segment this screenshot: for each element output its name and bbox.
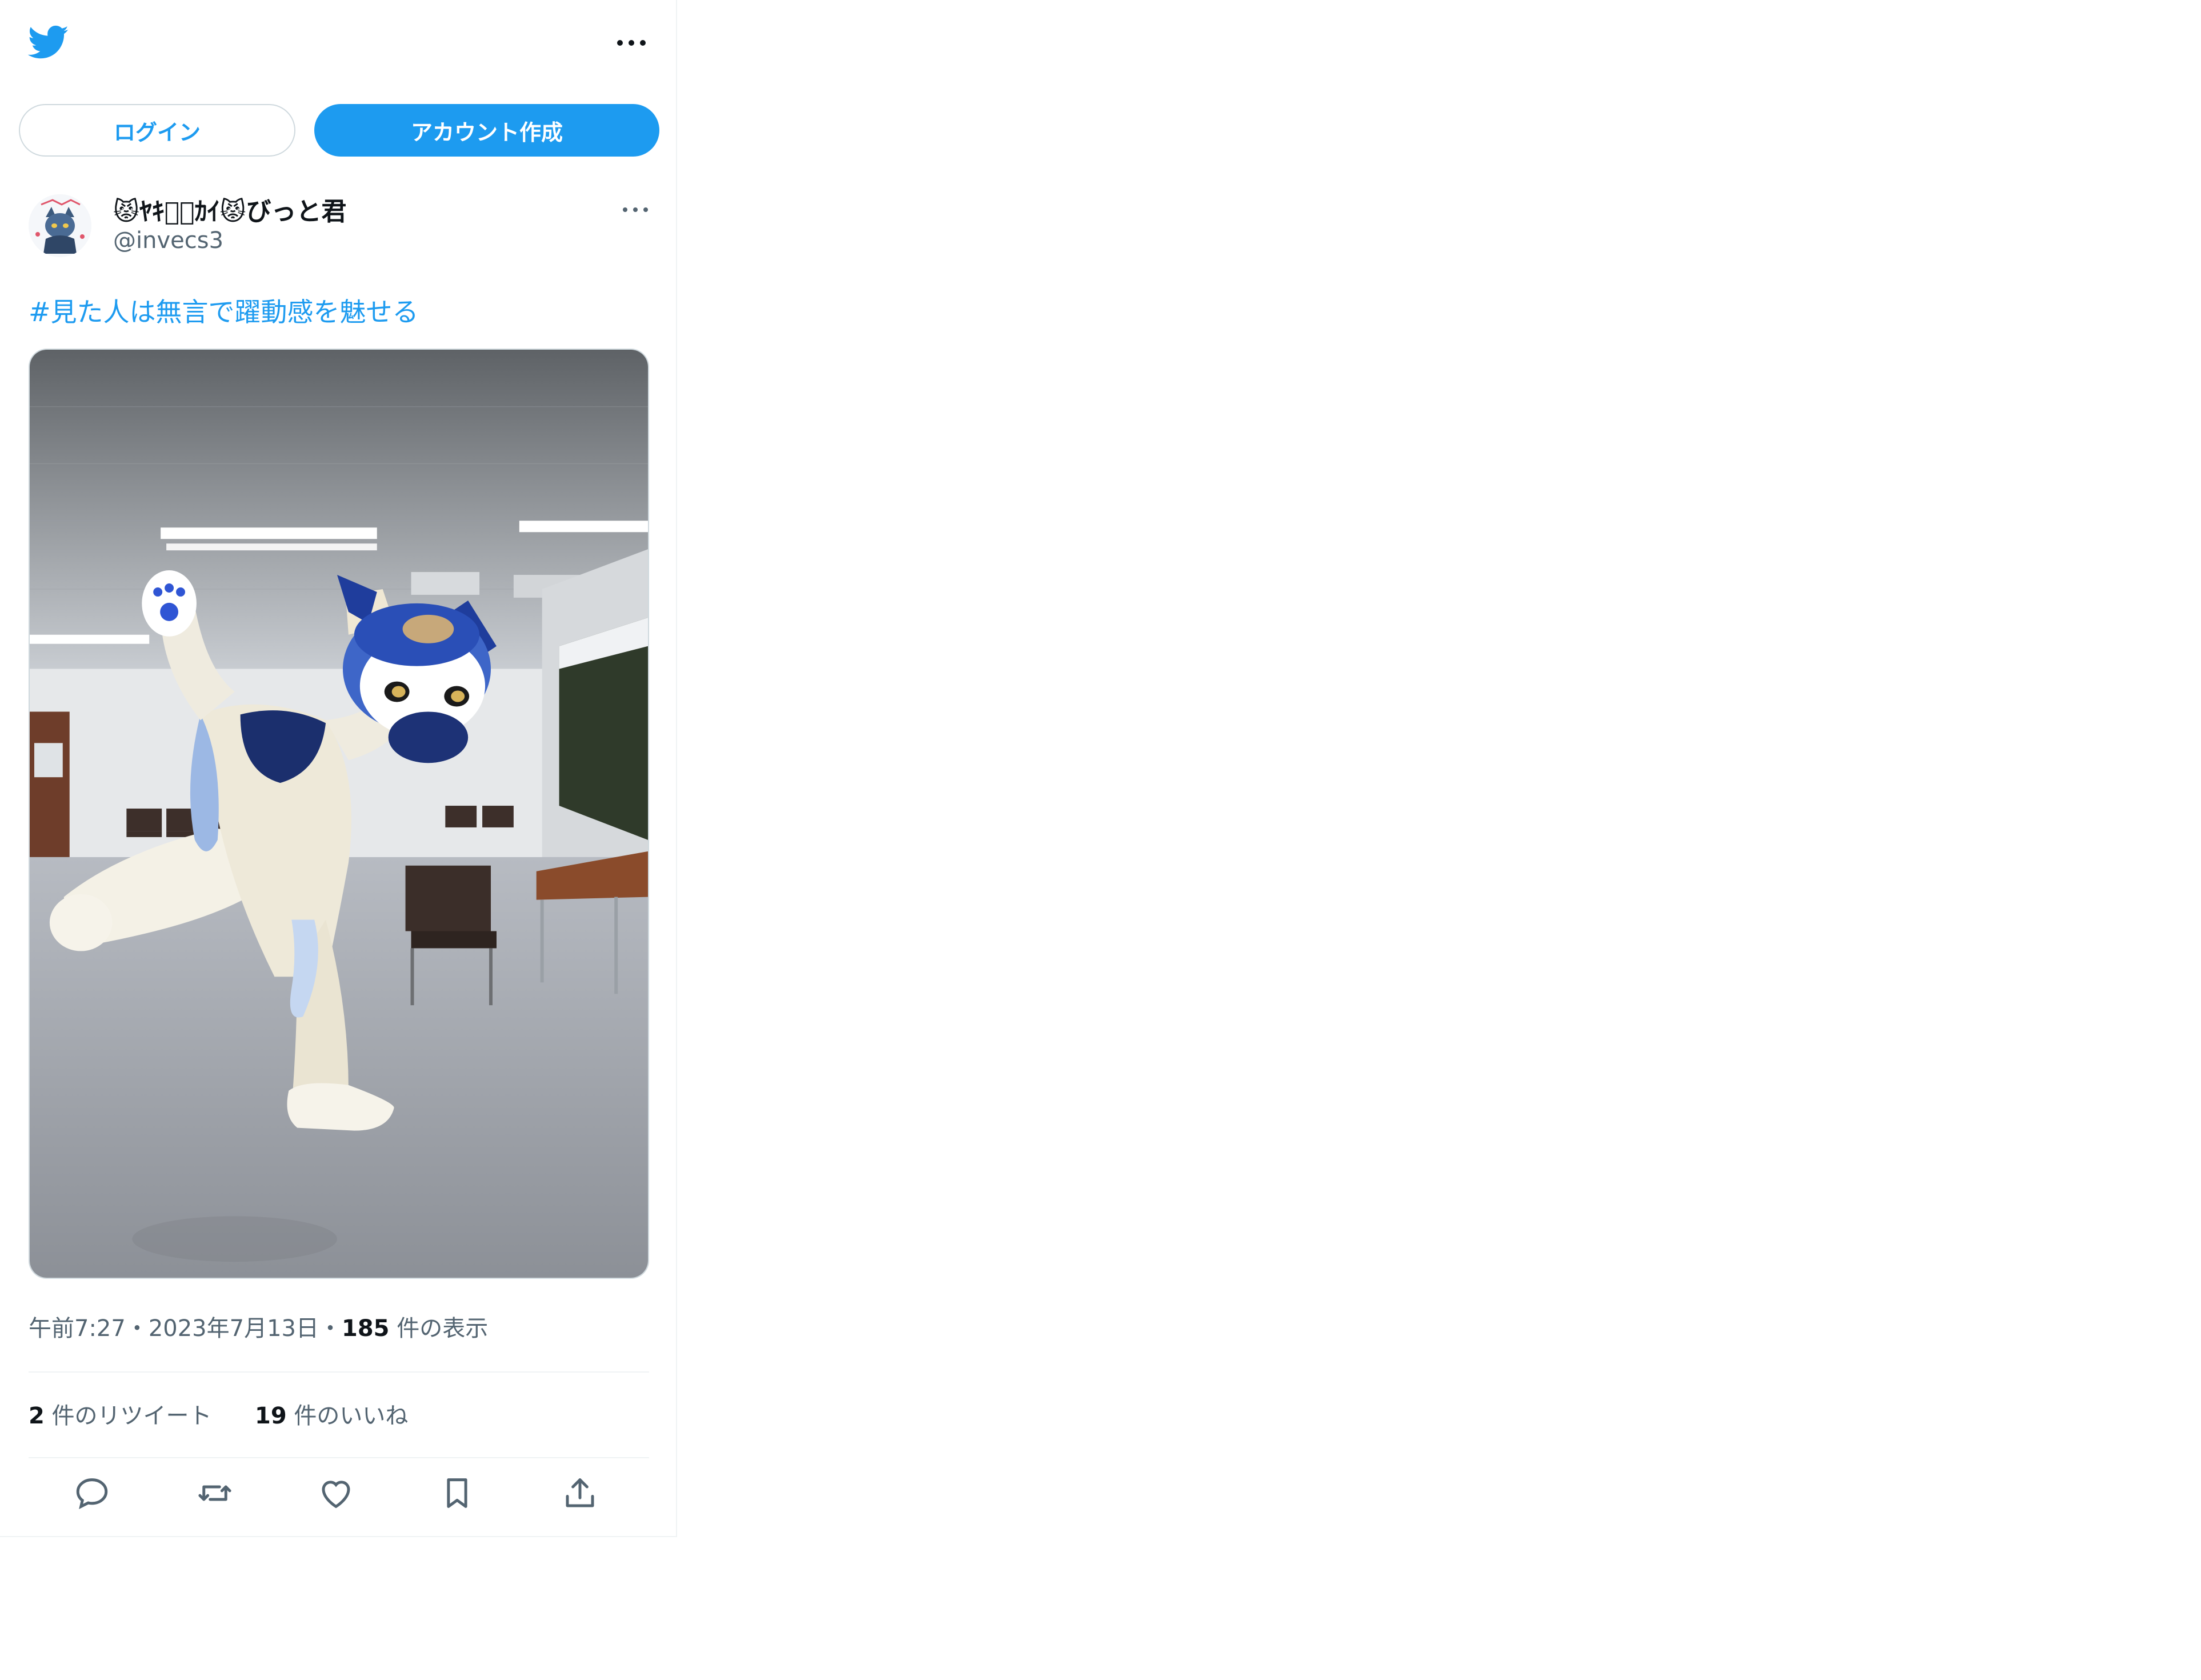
more-options-icon[interactable]: [611, 31, 651, 54]
avatar[interactable]: [29, 194, 91, 257]
tweet-photo[interactable]: [29, 349, 649, 1279]
tweet-column: ログイン アカウント作成 😾ﾔｷ⍰ﾞｶｲ😾びっと君 @invecs3 #見た人は…: [0, 0, 677, 1537]
retweets-count: 2: [29, 1403, 45, 1429]
tweet-stats: 2 件のリツイート 19 件のいいね: [29, 1397, 408, 1430]
retweet-icon[interactable]: [196, 1474, 234, 1512]
bookmark-icon[interactable]: [438, 1474, 476, 1512]
user-handle[interactable]: @invecs3: [113, 227, 223, 254]
tweet-date[interactable]: 2023年7月13日: [149, 1315, 319, 1342]
tweet-time[interactable]: 午前7:27: [29, 1315, 126, 1342]
tweet-more-icon[interactable]: [620, 201, 651, 218]
hashtag-link[interactable]: #見た人は無言で躍動感を魅せる: [29, 291, 419, 329]
views-count: 185: [341, 1315, 390, 1342]
retweets-label: 件のリツイート: [44, 1403, 212, 1429]
login-button[interactable]: ログイン: [19, 104, 295, 157]
tweet-meta: 午前7:27・2023年7月13日・185 件の表示: [29, 1310, 488, 1343]
twitter-logo-icon[interactable]: [26, 22, 71, 63]
like-icon[interactable]: [317, 1474, 355, 1512]
likes-label: 件のいいね: [286, 1403, 409, 1429]
share-icon[interactable]: [561, 1474, 599, 1512]
display-name[interactable]: 😾ﾔｷ⍰ﾞｶｲ😾びっと君: [113, 191, 347, 227]
likes-count: 19: [255, 1403, 287, 1429]
views-label: 件の表示: [389, 1315, 489, 1342]
divider: [29, 1371, 649, 1373]
separator: ・: [125, 1315, 149, 1342]
signup-button[interactable]: アカウント作成: [314, 104, 659, 157]
separator: ・: [318, 1315, 342, 1342]
retweets-stat[interactable]: 2 件のリツイート: [29, 1403, 212, 1429]
likes-stat[interactable]: 19 件のいいね: [255, 1403, 408, 1429]
divider: [29, 1457, 649, 1458]
reply-icon[interactable]: [73, 1474, 111, 1512]
